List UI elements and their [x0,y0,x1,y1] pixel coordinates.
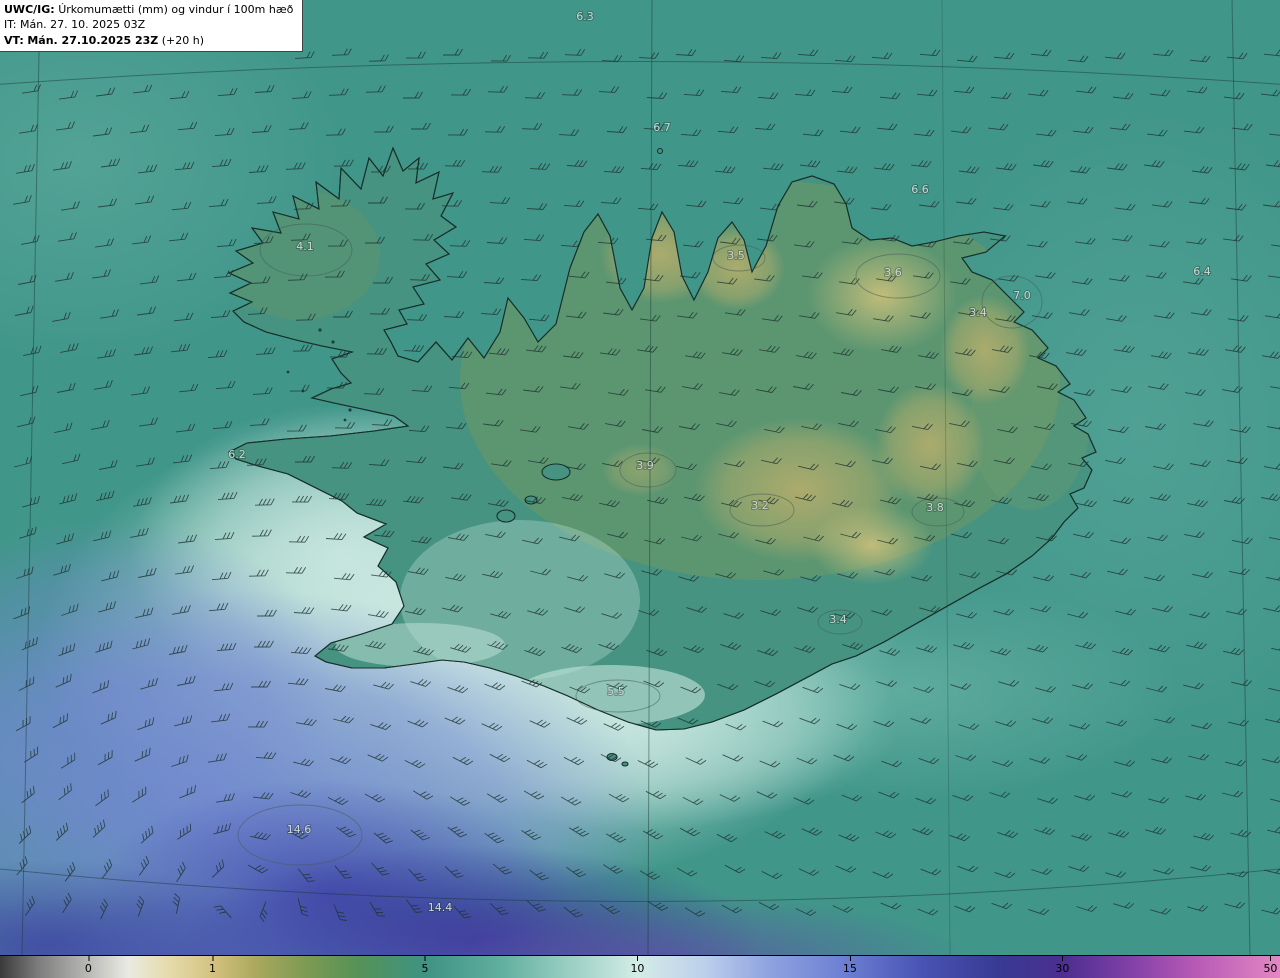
contour-label: 6.2 [228,448,246,461]
contour-label: 3.9 [636,459,654,472]
colorbar-tick-label: 15 [843,956,857,978]
contour-label: 7.0 [1013,289,1031,302]
contour-label: 3.5 [727,249,745,262]
colorbar-tick-label: 10 [630,956,644,978]
colorbar-tick-label: 0 [85,956,92,978]
map-title: Úrkomumætti (mm) og vindur í 100m hæð [58,3,294,16]
weather-map-app: 6.3 6.7 6.6 4.1 3.5 3.6 7.0 3.4 6.4 6.2 3.9 3.2 3.8 3… [0,0,1280,978]
colorbar-tick-label: 30 [1055,956,1069,978]
contour-label: 3.6 [884,266,902,279]
colorbar-tick-label: 1 [209,956,216,978]
contour-label: 3.4 [969,306,987,319]
init-label: IT: [4,18,17,32]
colorbar-tick-label: 5 [421,956,428,978]
colorbar: 0 1 5 10 15 30 50 [0,955,1280,978]
contour-label: 14.6 [287,823,312,836]
init-time: Mán. 27. 10. 2025 03Z [19,18,146,32]
valid-time: Mán. 27.10.2025 23Z [27,33,159,47]
model-label: UWC/IG: [4,3,55,16]
map-canvas: 6.3 6.7 6.6 4.1 3.5 3.6 7.0 3.4 6.4 6.2 3.9 3.2 3.8 3… [0,0,1280,956]
valid-label: VT: [4,33,24,47]
contour-label: 6.6 [911,183,929,196]
title-line-init: IT: Mán. 27. 10. 2025 03Z [4,17,293,32]
contour-label: 4.1 [296,240,314,253]
contour-label: 14.4 [428,901,453,914]
valid-suffix: (+20 h) [161,33,205,47]
contour-label: 6.7 [653,121,671,134]
colorbar-tick-label: 50 [1263,956,1277,978]
contour-label: 5.5 [607,685,625,698]
contour-label: 6.3 [576,10,594,23]
title-line-model: UWC/IG: Úrkomumætti (mm) og vindur í 100… [4,2,293,17]
contour-label: 6.4 [1193,265,1211,278]
contour-label: 3.4 [829,613,847,626]
contour-label: 3.2 [751,499,769,512]
contour-label: 3.8 [926,501,944,514]
title-box: UWC/IG: Úrkomumætti (mm) og vindur í 100… [0,0,304,53]
title-line-valid: VT: Mán. 27.10.2025 23Z (+20 h) [4,33,293,48]
